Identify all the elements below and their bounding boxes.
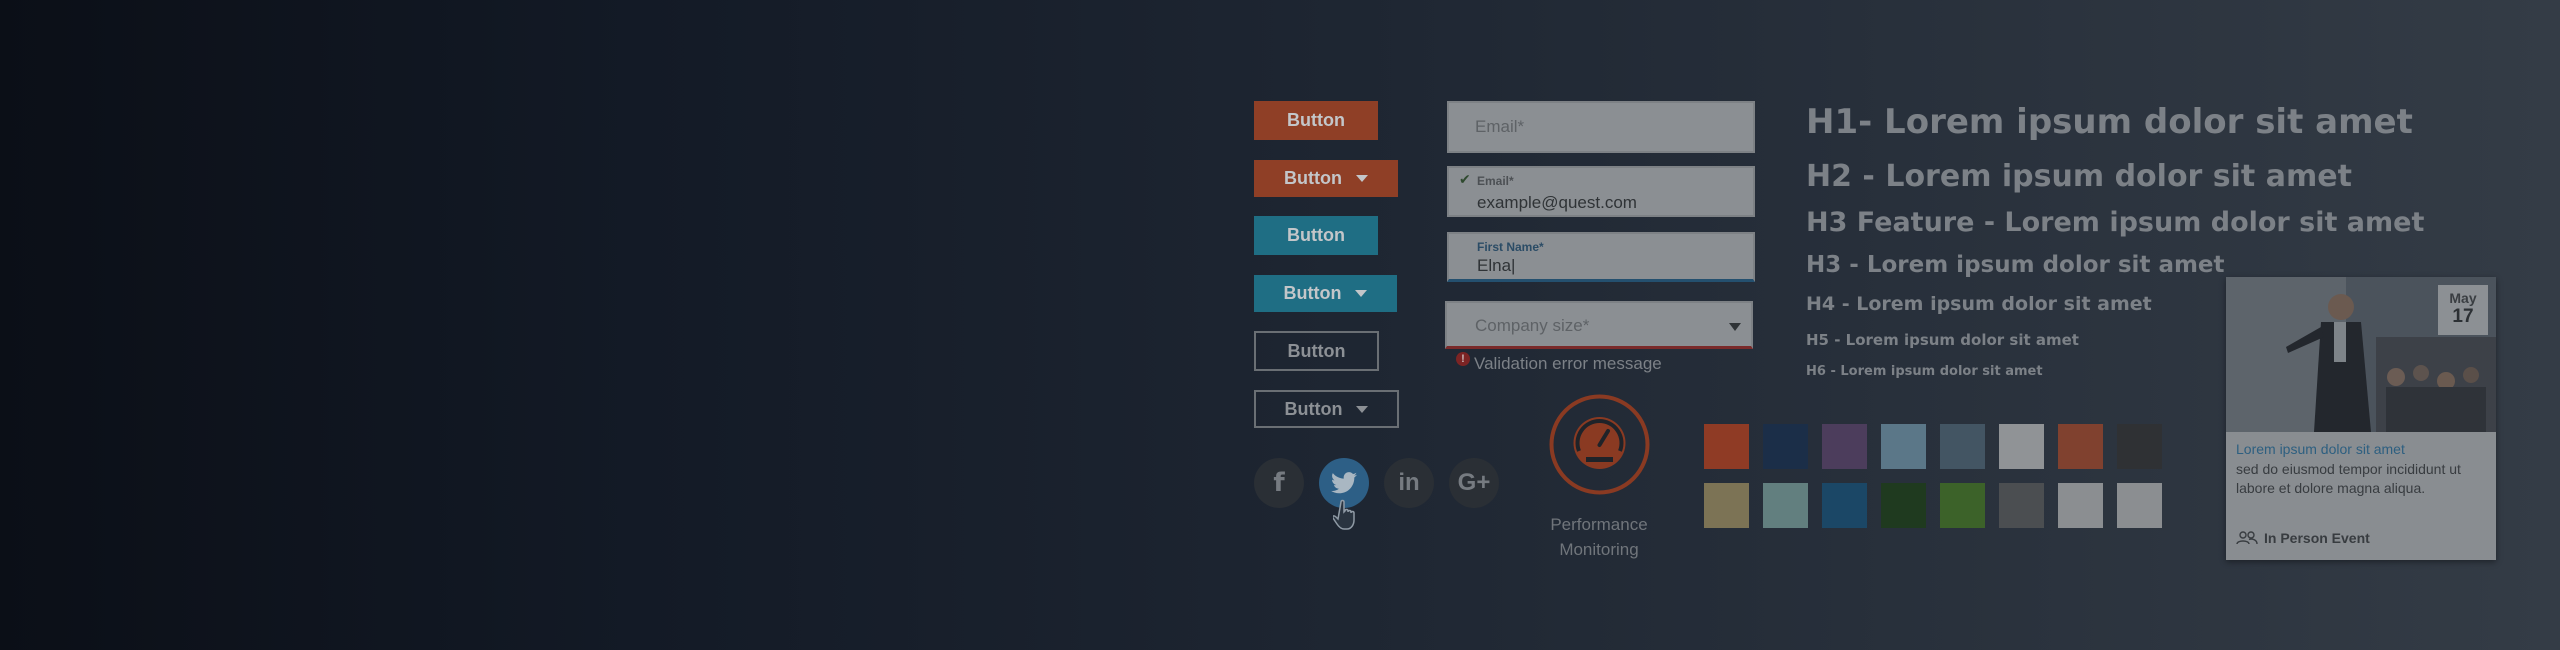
event-title[interactable]: Lorem ipsum dolor sit amet bbox=[2236, 441, 2405, 457]
primary-button-label: Button bbox=[1287, 110, 1345, 130]
secondary-button-label: Button bbox=[1287, 225, 1345, 245]
email-placeholder: Email* bbox=[1475, 117, 1525, 136]
feature-label-line2: Monitoring bbox=[1559, 540, 1639, 559]
color-swatch bbox=[1940, 483, 1985, 528]
heading-h2: H2 - Lorem ipsum dolor sit amet bbox=[1806, 159, 2352, 194]
error-message: Validation error message bbox=[1474, 354, 1662, 373]
heading-h6: H6 - Lorem ipsum dolor sit amet bbox=[1806, 364, 2043, 379]
outline-dropdown-button[interactable]: Button bbox=[1254, 390, 1399, 428]
company-size-select[interactable]: Company size* bbox=[1445, 301, 1753, 349]
email-valid-value: example@quest.com bbox=[1477, 193, 1637, 212]
linkedin-glyph: in bbox=[1398, 469, 1420, 496]
color-swatch bbox=[1704, 424, 1749, 469]
googleplus-glyph: G+ bbox=[1457, 469, 1491, 496]
checkmark-icon: ✔ bbox=[1459, 172, 1471, 188]
primary-dropdown-button[interactable]: Button bbox=[1254, 160, 1398, 197]
error-icon: ! bbox=[1456, 352, 1470, 366]
outline-button[interactable]: Button bbox=[1254, 331, 1379, 371]
caret-down-icon bbox=[1355, 290, 1368, 297]
color-swatch bbox=[1763, 424, 1808, 469]
feature-label: Performance Monitoring bbox=[1528, 512, 1670, 562]
email-field[interactable]: Email* bbox=[1447, 101, 1755, 153]
speedometer-icon bbox=[1549, 394, 1650, 495]
secondary-button[interactable]: Button bbox=[1254, 216, 1378, 255]
event-day: 17 bbox=[2452, 306, 2474, 327]
primary-button[interactable]: Button bbox=[1254, 101, 1378, 140]
twitter-bird-icon bbox=[1331, 472, 1357, 494]
heading-h4: H4 - Lorem ipsum dolor sit amet bbox=[1806, 293, 2152, 315]
event-month: May bbox=[2449, 290, 2477, 306]
email-valid-field[interactable]: ✔ Email* example@quest.com bbox=[1447, 166, 1755, 217]
caret-down-icon bbox=[1355, 175, 1368, 182]
event-type-label: In Person Event bbox=[2264, 530, 2370, 546]
color-swatch bbox=[1881, 483, 1926, 528]
caret-down-icon bbox=[1356, 405, 1369, 413]
color-swatch bbox=[1999, 424, 2044, 469]
linkedin-icon[interactable]: in bbox=[1384, 458, 1434, 508]
primary-dropdown-label: Button bbox=[1284, 168, 1342, 188]
color-swatch bbox=[1881, 424, 1926, 469]
hand-cursor-icon bbox=[1333, 499, 1355, 530]
color-swatch bbox=[1822, 483, 1867, 528]
outline-button-label: Button bbox=[1287, 340, 1346, 361]
first-name-label: First Name* bbox=[1477, 240, 1544, 254]
people-icon bbox=[2236, 531, 2258, 545]
secondary-dropdown-label: Button bbox=[1283, 283, 1342, 303]
facebook-icon[interactable]: f bbox=[1254, 458, 1304, 508]
validation-error: ! Validation error message bbox=[1456, 352, 1662, 374]
outline-dropdown-label: Button bbox=[1284, 398, 1343, 419]
caret-down-icon bbox=[1729, 323, 1741, 331]
color-swatch bbox=[1704, 483, 1749, 528]
color-swatch bbox=[1999, 483, 2044, 528]
heading-h5: H5 - Lorem ipsum dolor sit amet bbox=[1806, 331, 2079, 349]
heading-h3: H3 - Lorem ipsum dolor sit amet bbox=[1806, 252, 2225, 278]
color-swatch bbox=[2117, 424, 2162, 469]
first-name-value: Elna| bbox=[1477, 256, 1516, 275]
heading-h3-feature: H3 Feature - Lorem ipsum dolor sit amet bbox=[1806, 207, 2425, 238]
googleplus-icon[interactable]: G+ bbox=[1449, 458, 1499, 508]
event-card[interactable]: May 17 Lorem ipsum dolor sit amet sed do… bbox=[2226, 277, 2496, 560]
color-swatch bbox=[2117, 483, 2162, 528]
email-valid-label: Email* bbox=[1477, 174, 1514, 188]
event-date-badge: May 17 bbox=[2438, 285, 2488, 335]
color-swatch bbox=[1940, 424, 1985, 469]
first-name-field[interactable]: First Name* Elna| bbox=[1447, 232, 1755, 282]
color-swatch bbox=[1822, 424, 1867, 469]
heading-h1: H1- Lorem ipsum dolor sit amet bbox=[1806, 102, 2413, 142]
event-description: sed do eiusmod tempor incididunt ut labo… bbox=[2236, 461, 2461, 496]
facebook-glyph: f bbox=[1273, 468, 1285, 498]
color-swatch bbox=[1763, 483, 1808, 528]
company-size-placeholder: Company size* bbox=[1475, 316, 1590, 335]
color-swatch bbox=[2058, 483, 2103, 528]
feature-label-line1: Performance bbox=[1550, 515, 1648, 534]
event-type: In Person Event bbox=[2236, 530, 2370, 546]
color-swatch bbox=[2058, 424, 2103, 469]
secondary-dropdown-button[interactable]: Button bbox=[1254, 275, 1397, 312]
